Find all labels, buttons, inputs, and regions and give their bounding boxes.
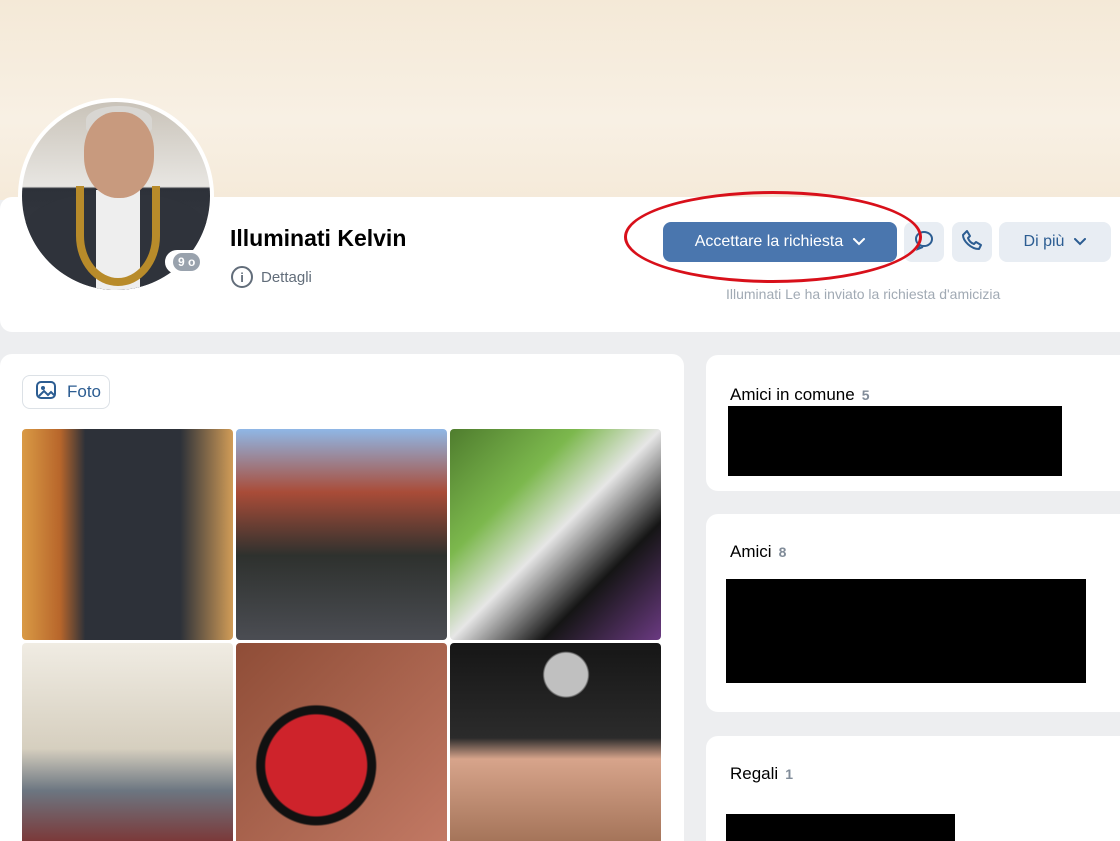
chevron-down-icon (1074, 233, 1087, 251)
photo-grid (22, 429, 661, 841)
more-label: Di più (1023, 233, 1065, 250)
photo-thumbnail[interactable] (22, 643, 233, 841)
redacted-block (726, 579, 1086, 683)
friends-card: Amici 8 (706, 514, 1120, 712)
details-link[interactable]: i Dettagli (231, 266, 312, 288)
gifts-count: 1 (785, 766, 793, 782)
profile-name: Illuminati Kelvin (230, 225, 407, 251)
online-status-text: 9 o (173, 253, 201, 271)
mutual-friends-label: Amici in comune (730, 385, 855, 404)
friends-title[interactable]: Amici 8 (730, 542, 786, 562)
highlight-annotation (624, 191, 922, 283)
avatar-head (84, 112, 154, 198)
gifts-label: Regali (730, 764, 779, 783)
mutual-friends-count: 5 (861, 387, 870, 403)
more-button[interactable]: Di più (999, 222, 1111, 262)
mutual-friends-title[interactable]: Amici in comune 5 (730, 385, 870, 405)
photo-thumbnail[interactable] (236, 643, 447, 841)
photo-thumbnail[interactable] (450, 643, 661, 841)
avatar-collar (76, 186, 160, 286)
online-status-badge: 9 o (165, 250, 209, 274)
mutual-friends-card: Amici in comune 5 (706, 355, 1120, 491)
tab-photos-label: Foto (67, 382, 102, 401)
friends-label: Amici (730, 542, 772, 561)
friend-request-message: Illuminati Le ha inviato la richiesta d'… (726, 286, 1001, 302)
friends-count: 8 (778, 544, 787, 560)
redacted-block (728, 406, 1062, 476)
image-icon (35, 380, 57, 405)
tab-photos[interactable]: Foto (22, 375, 110, 409)
photo-thumbnail[interactable] (236, 429, 447, 640)
info-icon: i (231, 266, 253, 288)
phone-icon (961, 229, 983, 256)
photo-thumbnail[interactable] (22, 429, 233, 640)
details-label: Dettagli (261, 268, 312, 286)
photo-thumbnail[interactable] (450, 429, 661, 640)
gifts-title[interactable]: Regali 1 (730, 764, 793, 784)
redacted-block (726, 814, 955, 841)
gifts-card: Regali 1 (706, 736, 1120, 841)
call-button[interactable] (952, 222, 992, 262)
